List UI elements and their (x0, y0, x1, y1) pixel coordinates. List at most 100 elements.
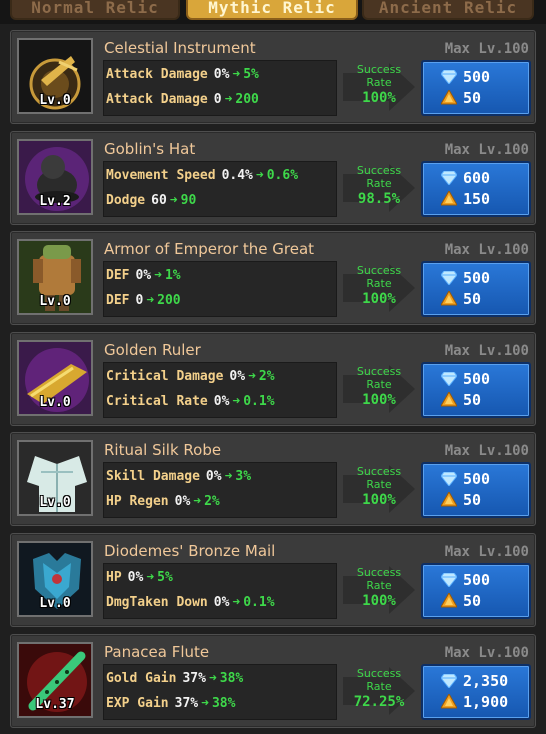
success-label: Success Rate (356, 264, 402, 291)
arrow-right-icon: ➜ (224, 469, 233, 485)
stat-next: 38% (211, 695, 236, 711)
stat-label: HP Regen (106, 494, 169, 510)
upgrade-button[interactable]: 500 50 (421, 261, 531, 318)
arrow-right-icon: ➜ (169, 192, 178, 208)
crystal-icon (441, 693, 457, 709)
stat-row: DmgTaken Down 0% ➜ 0.1% (106, 595, 275, 610)
max-level: Max Lv.100 (444, 443, 529, 460)
stats-panel: Movement Speed 0.4% ➜ 0.6% Dodge 60 ➜ 90 (103, 160, 337, 217)
relic-card: Lv.37 Panacea Flute Max Lv.100 Gold Gain 37%… (10, 633, 536, 728)
arrow-right-icon: ➜ (232, 393, 241, 409)
upgrade-button[interactable]: 500 50 (421, 562, 531, 619)
crystal-icon (441, 90, 457, 105)
stat-next: 90 (180, 192, 197, 208)
stat-current: 37% (182, 670, 206, 686)
upgrade-button[interactable]: 2,350 1,900 (421, 663, 531, 720)
success-rate-box: Success Rate 72.25% (343, 666, 415, 715)
stat-row: Critical Rate 0% ➜ 0.1% (106, 394, 275, 409)
panacea-flute-icon[interactable]: Lv.37 (17, 641, 93, 718)
relic-level: Lv.0 (39, 294, 71, 310)
stat-next: 200 (235, 92, 259, 107)
gem-icon (441, 572, 457, 587)
stat-label: Dodge (106, 192, 146, 208)
relic-card: Lv.0 Armor of Emperor the Great Max Lv.100… (10, 231, 536, 326)
stat-next: 0.1% (243, 393, 275, 409)
relic-level: Lv.0 (39, 595, 71, 611)
stat-row: Skill Damage 0% ➜ 3% (106, 469, 251, 484)
upgrade-button[interactable]: 500 50 (421, 462, 531, 519)
success-label: Success Rate (356, 666, 402, 693)
stat-next: 38% (219, 670, 244, 686)
relic-level: Lv.37 (35, 696, 75, 712)
stat-label: Skill Damage (106, 469, 200, 485)
upgrade-button[interactable]: 600 150 (421, 160, 531, 217)
stat-current: 37% (174, 695, 199, 711)
arrow-right-icon: ➜ (208, 670, 217, 686)
gem-icon (441, 673, 457, 688)
stat-current: 0% (229, 368, 246, 384)
tab-mythic-relic[interactable]: Mythic Relic (186, 0, 358, 20)
stat-current: 0% (213, 67, 230, 82)
stat-current: 0% (205, 469, 222, 485)
success-rate: 100% (362, 391, 396, 408)
celestial-instrument-icon[interactable]: Lv.0 (17, 38, 93, 114)
stat-row: Movement Speed 0.4% ➜ 0.6% (106, 168, 298, 183)
stat-row: Attack Damage 0 ➜ 200 (106, 92, 259, 107)
arrow-right-icon: ➜ (224, 92, 233, 107)
stat-current: 0% (213, 594, 230, 610)
stat-label: Critical Damage (106, 368, 224, 384)
stats-panel: HP 0% ➜ 5% DmgTaken Down 0% ➜ 0.1% (103, 562, 337, 619)
stats-panel: Gold Gain 37% ➜ 38% EXP Gain 37% ➜ 38% (103, 663, 337, 720)
stat-row: DEF 0% ➜ 1% (106, 268, 181, 283)
stats-panel: Skill Damage 0% ➜ 3% HP Regen 0% ➜ 2% (103, 462, 337, 519)
stat-next: 3% (235, 469, 252, 485)
relic-level: Lv.0 (39, 93, 71, 108)
tab-normal-relic[interactable]: Normal Relic (10, 0, 180, 20)
relic-list: Lv.0 Celestial Instrument Max Lv.100 Attack… (10, 30, 536, 734)
stat-next: 5% (243, 67, 259, 82)
gem-cost-row: 500 (423, 68, 529, 86)
crystal-icon (441, 592, 457, 608)
emperor-armor-icon[interactable]: Lv.0 (17, 239, 93, 316)
success-label: Success Rate (356, 565, 402, 592)
gem-icon (441, 271, 457, 286)
upgrade-button[interactable]: 500 50 (421, 60, 531, 116)
success-label: Success Rate (356, 163, 402, 190)
upgrade-button[interactable]: 500 50 (421, 361, 531, 418)
relic-card: Lv.0 Celestial Instrument Max Lv.100 Attack… (10, 30, 536, 124)
relic-level: Lv.2 (39, 193, 71, 209)
golden-ruler-icon[interactable]: Lv.0 (17, 339, 93, 416)
max-level: Max Lv.100 (444, 141, 529, 158)
gem-icon (441, 472, 457, 487)
stat-row: Gold Gain 37% ➜ 38% (106, 671, 243, 686)
relic-card: Lv.0 Diodemes' Bronze Mail Max Lv.100 HP 0% ➜… (10, 532, 536, 627)
goblin-hat-icon[interactable]: Lv.2 (17, 138, 93, 215)
stat-label: DmgTaken Down (106, 594, 208, 610)
max-level: Max Lv.100 (444, 342, 529, 359)
silk-robe-icon[interactable]: Lv.0 (17, 440, 93, 517)
gem-cost: 500 (463, 68, 491, 86)
max-level: Max Lv.100 (444, 41, 529, 57)
max-level: Max Lv.100 (444, 543, 529, 560)
success-label: Success Rate (356, 364, 402, 391)
stat-current: 0 (135, 293, 144, 309)
crystal-cost-row: 50 (423, 491, 529, 509)
stat-row: Dodge 60 ➜ 90 (106, 193, 196, 208)
bronze-mail-icon[interactable]: Lv.0 (17, 540, 93, 617)
relic-name: Armor of Emperor the Great (104, 240, 315, 259)
success-rate-box: Success Rate 98.5% (343, 163, 415, 212)
stat-label: DEF (106, 268, 130, 284)
gem-cost-row: 500 (423, 370, 529, 388)
gem-cost: 500 (463, 369, 491, 388)
success-rate-box: Success Rate 100% (343, 364, 415, 413)
stat-label: Critical Rate (106, 393, 208, 409)
gem-cost-row: 600 (423, 169, 529, 187)
tab-ancient-relic[interactable]: Ancient Relic (362, 0, 534, 20)
gem-icon (441, 70, 457, 84)
success-rate-box: Success Rate 100% (343, 565, 415, 614)
success-rate: 72.25% (353, 693, 405, 710)
gem-cost-row: 500 (423, 470, 529, 488)
stat-label: Attack Damage (106, 67, 208, 82)
relic-name: Goblin's Hat (104, 139, 196, 158)
arrow-right-icon: ➜ (146, 569, 155, 585)
